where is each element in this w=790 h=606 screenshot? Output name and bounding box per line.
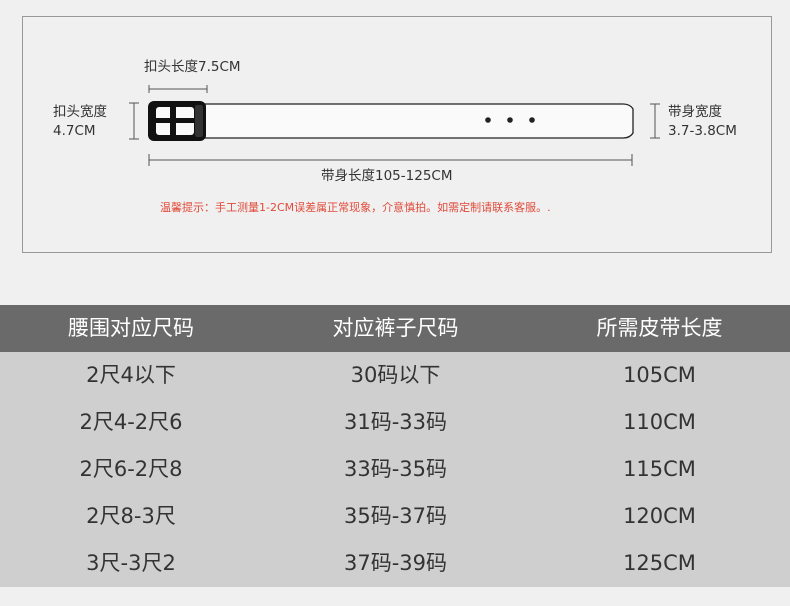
- waist-size-cell: 2尺4以下: [86, 363, 176, 387]
- waist-size-cell: 2尺8-3尺: [86, 504, 176, 528]
- belt-diagram: [129, 85, 660, 166]
- table-body: 2尺4以下 30码以下 105CM 2尺4-2尺6 31码-33码 110CM …: [0, 352, 790, 587]
- belt-strap: [204, 103, 634, 139]
- pants-size-cell: 37码-39码: [343, 551, 448, 575]
- buckle-width-value: 4.7CM: [53, 123, 96, 139]
- belt-length-cell: 110CM: [623, 410, 696, 434]
- table-header: 腰围对应尺码 对应裤子尺码 所需皮带长度: [0, 305, 790, 352]
- strap-length-label: 带身长度105-125CM: [321, 168, 453, 184]
- strap-length-dimension: [148, 154, 633, 166]
- table-row: 2尺4-2尺6 31码-33码 110CM: [0, 399, 790, 446]
- size-table: 腰围对应尺码 对应裤子尺码 所需皮带长度 2尺4以下 30码以下 105CM 2…: [0, 305, 790, 587]
- belt-hole: [485, 117, 491, 123]
- waist-size-cell: 2尺4-2尺6: [79, 410, 183, 434]
- header-pants-size: 对应裤子尺码: [332, 316, 459, 340]
- buckle-icon: [148, 101, 206, 141]
- belt-diagram-panel: 扣头长度7.5CM 扣头宽度 4.7CM 带身宽度 3.7-3.8CM 带身长度…: [22, 16, 772, 253]
- belt-length-cell: 120CM: [623, 504, 696, 528]
- belt-hole: [529, 117, 535, 123]
- table-row: 2尺4以下 30码以下 105CM: [0, 352, 790, 399]
- buckle-width-title: 扣头宽度: [53, 104, 107, 120]
- belt-length-cell: 125CM: [623, 551, 696, 575]
- strap-width-dimension: [650, 103, 660, 139]
- pants-size-cell: 33码-35码: [343, 457, 448, 481]
- measurement-note: 温馨提示：手工测量1-2CM误差属正常现象，介意慎拍。如需定制请联系客服。.: [160, 201, 551, 214]
- belt-length-cell: 105CM: [623, 363, 696, 387]
- waist-size-cell: 3尺-3尺2: [86, 551, 176, 575]
- pants-size-cell: 31码-33码: [343, 410, 448, 434]
- header-waist-size: 腰围对应尺码: [68, 316, 194, 340]
- table-row: 2尺8-3尺 35码-37码 120CM: [0, 493, 790, 540]
- table-row: 2尺6-2尺8 33码-35码 115CM: [0, 446, 790, 493]
- belt-hole: [507, 117, 513, 123]
- belt-length-cell: 115CM: [623, 457, 696, 481]
- header-belt-length: 所需皮带长度: [596, 316, 723, 340]
- buckle-width-dimension: [129, 102, 139, 140]
- buckle-length-dimension: [148, 85, 208, 93]
- pants-size-cell: 30码以下: [350, 363, 441, 387]
- strap-width-title: 带身宽度: [668, 104, 722, 120]
- buckle-length-label: 扣头长度7.5CM: [144, 59, 241, 75]
- strap-width-value: 3.7-3.8CM: [668, 123, 737, 139]
- waist-size-cell: 2尺6-2尺8: [79, 457, 183, 481]
- table-row: 3尺-3尺2 37码-39码 125CM: [0, 540, 790, 587]
- pants-size-cell: 35码-37码: [343, 504, 448, 528]
